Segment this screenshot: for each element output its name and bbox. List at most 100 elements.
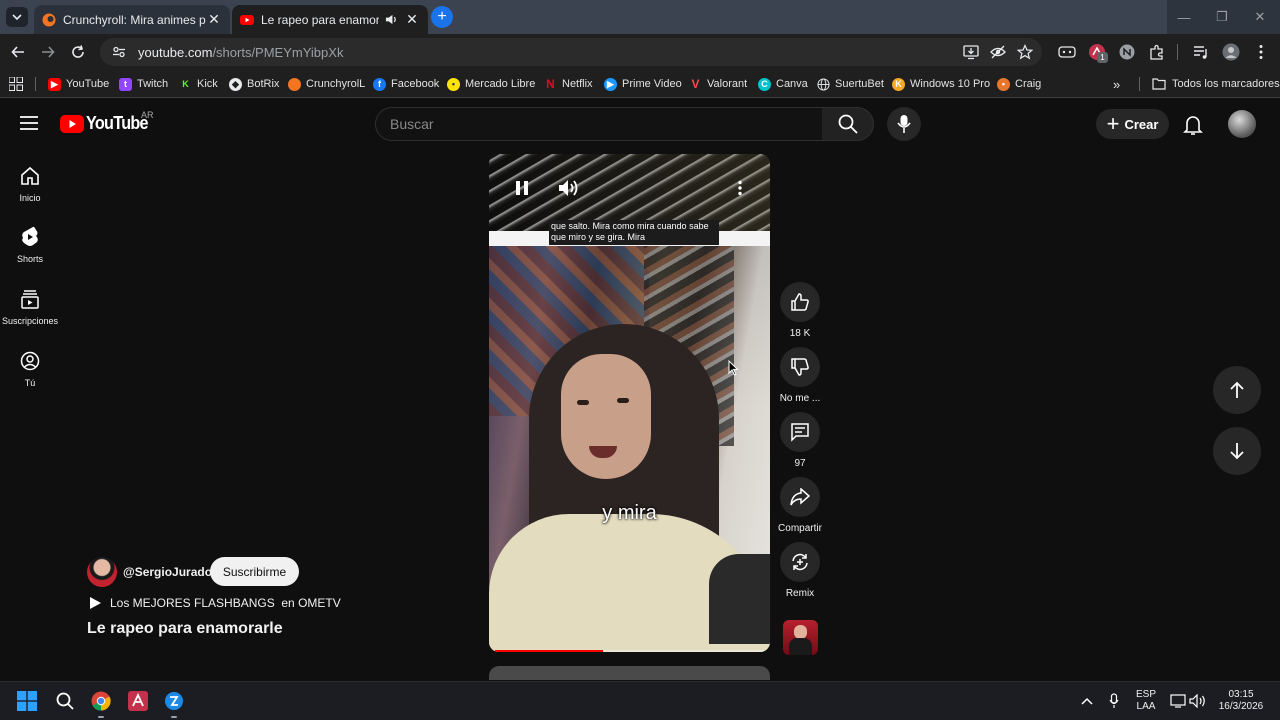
voice-search-button[interactable]: [887, 107, 921, 141]
guide-item-tu[interactable]: Tú: [0, 350, 60, 388]
install-app-icon[interactable]: [962, 43, 980, 61]
bookmark-twitch[interactable]: t Twitch: [119, 75, 168, 93]
extension-game-icon[interactable]: [1057, 42, 1077, 62]
search-icon[interactable]: [54, 690, 76, 712]
network-icon[interactable]: [1167, 690, 1189, 712]
bookmark-kick[interactable]: K Kick: [179, 75, 218, 93]
tab-search-button[interactable]: [6, 7, 28, 27]
video-progress-bar[interactable]: [495, 650, 764, 652]
bookmark-windows10pro[interactable]: K Windows 10 Pro: [892, 75, 990, 93]
bookmark-suertubet[interactable]: SuertuBet: [817, 75, 884, 93]
bookmarks-bar: ▶ YouTube t Twitch K Kick ◆ BotRix Crunchyro…: [0, 70, 1280, 98]
extension-red-icon[interactable]: 1: [1087, 42, 1108, 63]
close-window-icon[interactable]: ✕: [1241, 0, 1279, 34]
tracking-protection-icon[interactable]: [989, 43, 1007, 61]
speaker-icon[interactable]: [1187, 690, 1209, 712]
like-button[interactable]: 18 K: [777, 282, 823, 339]
remix-icon: [780, 542, 820, 582]
subscribe-button[interactable]: Suscribirme: [210, 557, 299, 586]
comments-button[interactable]: 97: [777, 412, 823, 469]
search-button[interactable]: [822, 107, 874, 141]
tab-youtube-short[interactable]: Le rapeo para enamorarle - ✕: [232, 5, 428, 34]
next-short-button[interactable]: [1213, 427, 1261, 475]
reload-button[interactable]: [66, 40, 90, 64]
shorts-icon: [19, 226, 41, 248]
chrome-icon[interactable]: [90, 690, 112, 712]
volume-button[interactable]: [557, 176, 581, 200]
app-blue-icon[interactable]: [163, 690, 185, 712]
notifications-bell-icon[interactable]: [1183, 114, 1203, 136]
back-button[interactable]: [6, 40, 30, 64]
create-label: Crear: [1124, 116, 1159, 132]
windows-taskbar: ESP LAA 03:15 16/3/2026: [0, 681, 1280, 720]
lang-top: ESP: [1135, 689, 1156, 700]
mercadolibre-icon: •: [447, 77, 460, 91]
search-placeholder: Buscar: [390, 116, 434, 132]
microphone-icon[interactable]: [1103, 690, 1125, 712]
bookmark-craig[interactable]: • Craig: [997, 75, 1041, 93]
close-tab-icon[interactable]: ✕: [404, 11, 420, 28]
app-red-icon[interactable]: [127, 690, 149, 712]
restore-icon[interactable]: ❐: [1203, 0, 1241, 34]
channel-avatar[interactable]: [87, 557, 117, 587]
search-input[interactable]: Buscar: [375, 107, 823, 141]
bookmark-star-icon[interactable]: [1016, 43, 1034, 61]
forward-button[interactable]: [36, 40, 60, 64]
chevron-up-icon[interactable]: [1076, 690, 1098, 712]
guide-menu-icon[interactable]: [19, 115, 39, 131]
more-bookmarks-chevron-icon[interactable]: »: [1113, 75, 1120, 93]
extension-grey-icon[interactable]: [1117, 42, 1137, 62]
bookmark-botrix[interactable]: ◆ BotRix: [229, 75, 279, 93]
pause-button[interactable]: [510, 176, 534, 200]
video-subtitle: y mira: [602, 502, 657, 524]
windows-start-icon[interactable]: [16, 690, 38, 712]
next-short-preview[interactable]: [489, 666, 770, 680]
channel-name[interactable]: @SergioJurado: [123, 565, 212, 579]
extensions-puzzle-icon[interactable]: [1147, 42, 1167, 62]
share-button[interactable]: Compartir: [777, 477, 823, 534]
bookmark-primevideo[interactable]: ▶ Prime Video: [604, 75, 682, 93]
bookmark-canva[interactable]: C Canva: [758, 75, 808, 93]
more-vertical-icon: [738, 180, 742, 196]
guide-item-suscripciones[interactable]: Suscripciones: [0, 288, 60, 326]
all-bookmarks-folder[interactable]: Todos los marcadores: [1152, 75, 1280, 93]
bookmark-crunchyroll[interactable]: CrunchyrolL: [288, 75, 365, 93]
tab-crunchyroll[interactable]: Crunchyroll: Mira animes popul ✕: [34, 5, 230, 34]
account-avatar[interactable]: [1228, 110, 1256, 138]
playlist-link[interactable]: Los MEJORES FLASHBANGS en OMETV: [88, 596, 341, 610]
dislike-button[interactable]: No me ...: [777, 347, 823, 404]
close-tab-icon[interactable]: ✕: [206, 11, 222, 28]
bookmark-youtube[interactable]: ▶ YouTube: [48, 75, 109, 93]
guide-item-inicio[interactable]: Inicio: [0, 165, 60, 203]
media-controls-icon[interactable]: [1191, 42, 1211, 62]
bookmark-facebook[interactable]: f Facebook: [373, 75, 439, 93]
previous-short-button[interactable]: [1213, 366, 1261, 414]
address-bar[interactable]: youtube.com/shorts/PMEYmYibpXk: [100, 38, 1042, 66]
youtube-logo[interactable]: YouTube AR: [60, 110, 155, 134]
minimize-icon[interactable]: —: [1165, 0, 1203, 34]
player-more-button[interactable]: [728, 176, 752, 200]
input-language[interactable]: ESP LAA: [1133, 689, 1159, 713]
thumbs-up-icon: [780, 282, 820, 322]
remix-button[interactable]: Remix: [777, 542, 823, 599]
bookmark-label: Netflix: [562, 78, 593, 90]
clock[interactable]: 03:15 16/3/2026: [1212, 689, 1270, 713]
shorts-video-player[interactable]: que salto. Mira como mira cuando sabe qu…: [489, 154, 770, 652]
bookmark-valorant[interactable]: V Valorant: [689, 75, 747, 93]
sound-thumbnail[interactable]: [783, 620, 818, 655]
create-button[interactable]: + Crear: [1096, 109, 1169, 139]
new-tab-button[interactable]: +: [431, 6, 453, 28]
bookmark-mercadolibre[interactable]: • Mercado Libre: [447, 75, 535, 93]
apps-grid-icon[interactable]: [9, 75, 23, 93]
profile-avatar[interactable]: [1221, 42, 1241, 62]
bookmark-label: SuertuBet: [835, 78, 884, 90]
site-info-icon[interactable]: [110, 43, 128, 61]
audio-playing-icon[interactable]: [385, 13, 398, 26]
browser-menu-icon[interactable]: [1251, 42, 1271, 62]
share-label: Compartir: [778, 523, 822, 534]
chevron-down-icon: [12, 14, 22, 21]
microphone-icon: [897, 115, 911, 133]
guide-item-shorts[interactable]: Shorts: [0, 226, 60, 264]
bookmark-netflix[interactable]: N Netflix: [544, 75, 593, 93]
short-title[interactable]: Le rapeo para enamorarle: [87, 620, 283, 638]
